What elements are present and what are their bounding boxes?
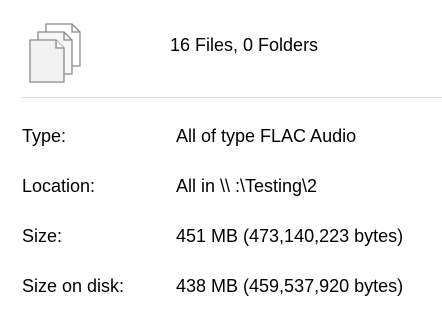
property-row-size: Size: 451 MB (473,140,223 bytes) bbox=[0, 223, 442, 249]
properties-general-panel: 16 Files, 0 Folders Type: All of type FL… bbox=[0, 0, 442, 311]
size-value: 451 MB (473,140,223 bytes) bbox=[176, 226, 404, 246]
divider bbox=[22, 97, 442, 98]
type-value: All of type FLAC Audio bbox=[176, 126, 357, 146]
size-label: Size: bbox=[22, 226, 63, 246]
location-value: All in \\ :\Testing\2 bbox=[176, 176, 318, 196]
type-label: Type: bbox=[22, 126, 67, 146]
property-row-location: Location: All in \\ :\Testing\2 bbox=[0, 173, 442, 199]
location-label: Location: bbox=[22, 176, 96, 196]
multiple-documents-icon bbox=[24, 20, 84, 84]
property-row-type: Type: All of type FLAC Audio bbox=[0, 123, 442, 149]
size-on-disk-label: Size on disk: bbox=[22, 276, 125, 296]
size-on-disk-value: 438 MB (459,537,920 bytes) bbox=[176, 276, 404, 296]
selection-summary: 16 Files, 0 Folders bbox=[170, 35, 319, 55]
property-row-size-on-disk: Size on disk: 438 MB (459,537,920 bytes) bbox=[0, 273, 442, 299]
